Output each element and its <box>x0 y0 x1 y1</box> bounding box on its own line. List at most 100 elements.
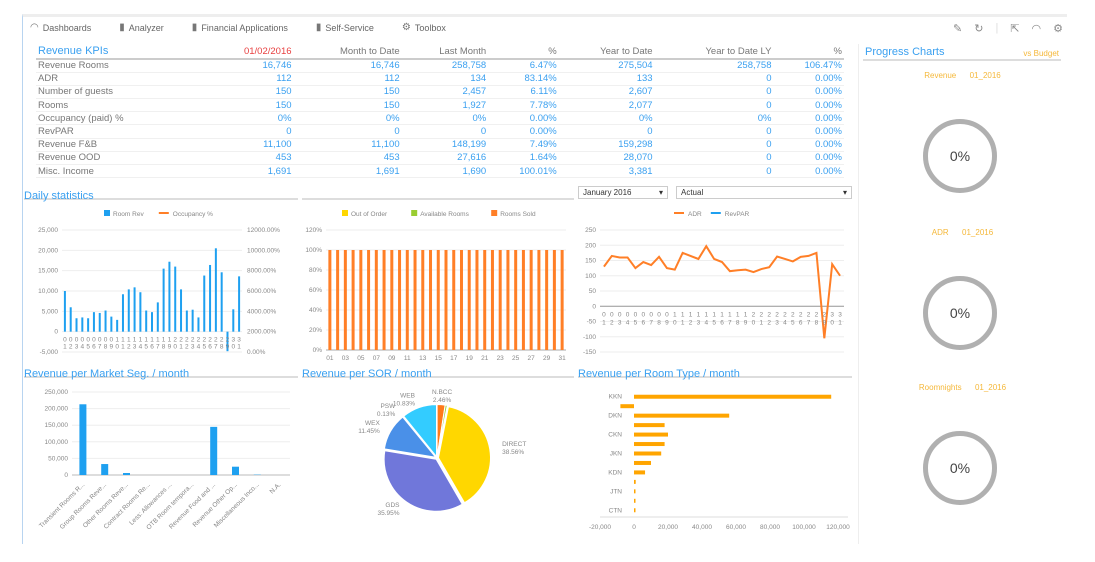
kpi-value: 2,457 <box>401 85 489 100</box>
x-tick-label: 21 <box>481 355 489 362</box>
x-tick-label: 11 <box>404 355 411 362</box>
x-tick-label: 0 <box>602 311 606 318</box>
bar <box>127 289 130 332</box>
dashboard-icon: ◠ <box>30 22 39 33</box>
x-tick-label: 1 <box>121 344 125 351</box>
legend-label: Room Rev <box>113 211 144 218</box>
bar <box>421 250 425 350</box>
x-tick-label: 0 <box>86 337 90 344</box>
kpi-label: Revenue F&B <box>36 138 206 152</box>
x-tick-label: 7 <box>156 344 160 351</box>
kpi-value: 0% <box>401 111 489 126</box>
x-tick-label: 13 <box>419 355 427 362</box>
bar <box>162 268 165 332</box>
col-header: Last Month <box>401 44 489 60</box>
kpi-label: Revenue Rooms <box>36 59 206 73</box>
bar <box>63 291 66 332</box>
kpi-value: 112 <box>206 72 294 86</box>
x-tick-label: 2 <box>799 311 803 318</box>
x-tick-label: 2 <box>760 311 764 318</box>
y2-tick-label: 6000.00% <box>247 288 276 295</box>
x-tick-label: 2 <box>815 311 819 318</box>
kpi-value: 0.00% <box>773 151 844 166</box>
nav-label: Dashboards <box>42 22 92 33</box>
x-tick-label: Miscellaneous Inco... <box>213 481 261 529</box>
nav-dashboards[interactable]: ◠ Dashboards <box>30 22 91 33</box>
x-tick-label: 0 <box>752 319 756 326</box>
section-title: Revenue per SOR / month <box>302 368 432 380</box>
bar <box>210 426 218 475</box>
bar <box>116 319 119 332</box>
bar <box>444 250 448 350</box>
x-tick-label: 0 <box>632 524 636 531</box>
x-tick-label: 2 <box>127 344 131 351</box>
y-tick-label: -50 <box>587 319 597 326</box>
kpi-value: 7.49% <box>488 138 559 152</box>
x-tick-label: 9 <box>823 319 827 326</box>
y-tick-label: 150,000 <box>45 422 69 429</box>
gears-icon: ⚙ <box>401 22 411 33</box>
x-tick-label: 4 <box>139 344 143 351</box>
bar <box>398 250 402 350</box>
scenario-value: Actual <box>681 188 704 197</box>
y-tick-label: DKN <box>608 413 622 420</box>
x-tick-label: 1 <box>697 311 701 318</box>
kpi-value: 1,691 <box>206 164 294 179</box>
bar <box>101 464 109 475</box>
nav-label: Financial Applications <box>201 22 288 33</box>
bar <box>145 310 148 332</box>
kpi-value: 0 <box>654 98 774 113</box>
kpi-value: 0 <box>206 124 294 139</box>
col-header: % <box>488 44 559 60</box>
nav-label: Analyzer <box>128 22 164 33</box>
export-icon[interactable]: ⇱ <box>1010 22 1019 35</box>
x-tick-label: 1 <box>681 319 685 326</box>
y-tick-label: 100 <box>585 273 596 280</box>
kpi-row: ADR 112 112 134 83.14% 133 0 0.00% <box>36 72 844 86</box>
kpi-value: 0 <box>654 72 774 86</box>
bar <box>545 250 549 350</box>
kpi-value: 258,758 <box>401 59 489 73</box>
gauge-revenue: Revenue 01_2016 0% <box>859 61 1065 216</box>
y-tick-label: 0 <box>592 303 596 310</box>
x-tick-label: 3 <box>830 311 834 318</box>
kpi-value: 0 <box>654 124 774 139</box>
y-tick-label: 20,000 <box>38 247 58 254</box>
x-tick-label: 6 <box>720 319 724 326</box>
bar <box>475 250 479 350</box>
x-tick-label: 4 <box>197 344 201 351</box>
nav-self-service[interactable]: ▮ Self-Service <box>316 22 374 33</box>
refresh-icon[interactable]: ↻ <box>974 22 983 35</box>
kpi-label: Occupancy (paid) % <box>36 111 206 126</box>
kpi-row: Revenue Rooms 16,746 16,746 258,758 6.47% 275… <box>36 59 844 73</box>
y2-tick-label: 12000.00% <box>247 227 280 234</box>
month-select[interactable]: January 2016 ▾ <box>578 186 668 199</box>
gauge-value: 0% <box>949 305 971 321</box>
nav-analyzer[interactable]: ▮ Analyzer <box>119 22 164 33</box>
toolbar: ✎ ↻ | ⇱ ◠ ⚙ <box>953 22 1063 35</box>
bar <box>123 473 130 475</box>
y-tick-label: 250 <box>585 227 596 234</box>
x-tick-label: 8 <box>104 344 108 351</box>
nav-financial-applications[interactable]: ▮ Financial Applications <box>192 22 288 33</box>
x-tick-label: 0 <box>92 337 96 344</box>
dashboard-icon[interactable]: ◠ <box>1032 22 1042 35</box>
kpi-row: Revenue F&B 11,100 11,100 148,199 7.49% 159,2… <box>36 138 844 152</box>
scenario-select[interactable]: Actual ▾ <box>676 186 852 199</box>
gauge-roomnights: Roomnights 01_2016 0% <box>859 371 1065 526</box>
nav-toolbox[interactable]: ⚙ Toolbox <box>402 22 446 33</box>
bar <box>634 442 665 447</box>
x-tick-label: 1 <box>133 337 137 344</box>
x-tick-label: 1 <box>838 319 842 326</box>
gear-icon[interactable]: ⚙ <box>1053 22 1063 35</box>
x-tick-label: 9 <box>110 344 114 351</box>
bar <box>634 460 651 465</box>
legend-label: Occupancy % <box>173 211 213 218</box>
x-tick-label: 23 <box>497 355 505 362</box>
gauge-period: 01_2016 <box>974 383 1007 392</box>
y2-tick-label: 2000.00% <box>247 329 276 336</box>
x-tick-label: 3 <box>838 311 842 318</box>
bar <box>238 276 241 332</box>
pencil-icon[interactable]: ✎ <box>953 22 962 35</box>
y-tick-label: 120% <box>305 227 322 234</box>
